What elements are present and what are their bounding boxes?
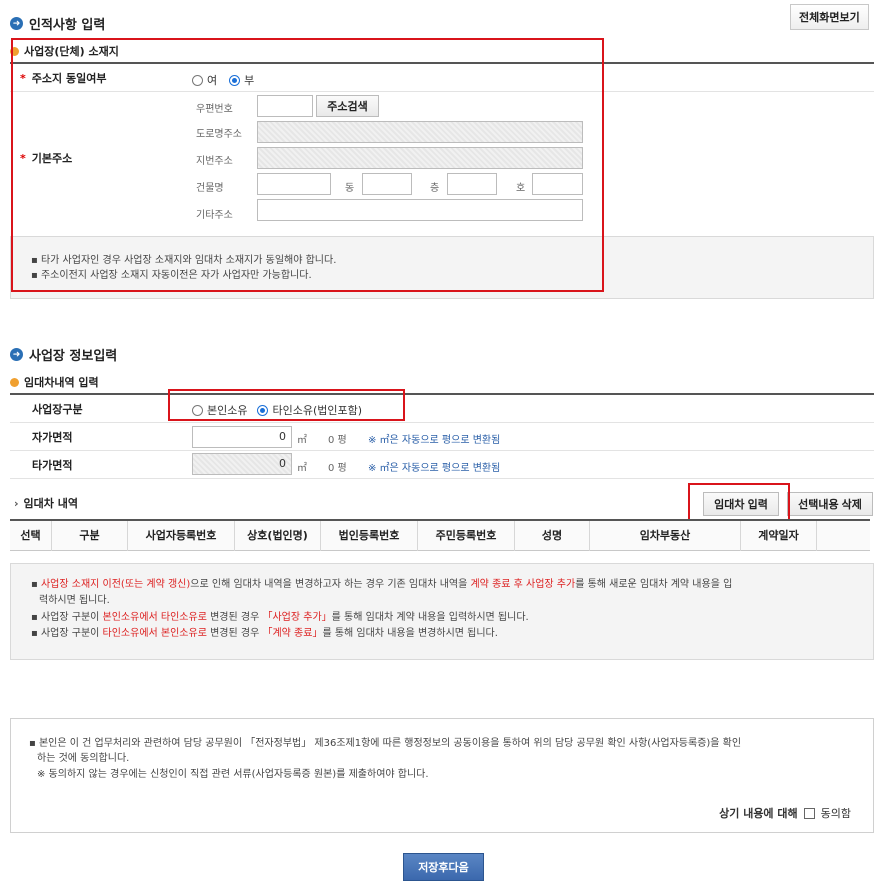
highlight-frame xyxy=(688,483,790,521)
column-header: 사업자등록번호 xyxy=(128,521,235,551)
lease-table-header: 선택 구분 사업자등록번호 상호(법인명) 법인등록번호 주민등록번호 성명 임… xyxy=(10,519,870,551)
consent-text: 하는 것에 동의합니다. xyxy=(37,753,130,764)
type-label: 사업장구분 xyxy=(32,403,83,416)
notice-item: ▪ 사업장 소재지 이전(또는 계약 갱신)으로 인해 임대차 내역을 변경하고… xyxy=(31,579,733,590)
page-title: ➜ 인적사항 입력 xyxy=(10,14,105,33)
column-header: 임차부동산 xyxy=(590,521,741,551)
column-header: 계약일자 xyxy=(741,521,817,551)
agree-row: 상기 내용에 대해 동의함 xyxy=(719,807,851,820)
convert-note: ※ ㎡은 자동으로 평으로 변환됨 xyxy=(368,435,501,446)
column-header: 법인등록번호 xyxy=(321,521,418,551)
convert-note: ※ ㎡은 자동으로 평으로 변환됨 xyxy=(368,463,501,474)
agree-checkbox[interactable] xyxy=(803,807,815,819)
other-area-input[interactable]: 0 xyxy=(192,453,292,475)
notice-item: 력하시면 됩니다. xyxy=(39,595,110,606)
delete-selected-button[interactable]: 선택내용 삭제 xyxy=(787,492,873,516)
own-area-label: 자가면적 xyxy=(32,431,73,444)
lease-subtitle: 임대차내역 입력 xyxy=(10,374,99,390)
highlight-frame xyxy=(168,389,405,421)
consent-box: ▪ 본인은 이 건 업무처리와 관련하여 담당 공무원이 「전자정부법」 제36… xyxy=(10,718,874,833)
pyeong-value: 0 평 xyxy=(328,463,347,474)
fullscreen-button[interactable]: 전체화면보기 xyxy=(790,4,869,30)
highlight-frame xyxy=(11,38,604,292)
consent-text: ▪ 본인은 이 건 업무처리와 관련하여 담당 공무원이 「전자정부법」 제36… xyxy=(29,738,742,749)
other-area-label: 타가면적 xyxy=(32,459,73,472)
consent-text: ※ 동의하지 않는 경우에는 신청인이 직접 관련 서류(사업자등록증 원본)를… xyxy=(37,769,429,780)
column-header: 구분 xyxy=(52,521,128,551)
unit-label: ㎡ xyxy=(297,435,307,446)
unit-label: ㎡ xyxy=(297,463,307,474)
save-next-button[interactable]: 저장후다음 xyxy=(403,853,484,881)
bullet-icon xyxy=(10,377,19,387)
arrow-right-icon: ➜ xyxy=(10,17,23,30)
lease-title: › 임대차 내역 xyxy=(14,496,78,511)
own-area-input[interactable]: 0 xyxy=(192,426,292,448)
column-header: 선택 xyxy=(10,521,52,551)
pyeong-value: 0 평 xyxy=(328,435,347,446)
column-header: 상호(법인명) xyxy=(235,521,321,551)
column-header: 주민등록번호 xyxy=(418,521,515,551)
notice-item: ▪ 사업장 구분이 타인소유에서 본인소유로 변경된 경우 「계약 종료」를 통… xyxy=(31,628,498,639)
business-title: ➜ 사업장 정보입력 xyxy=(10,345,117,364)
lease-notice-box: ▪ 사업장 소재지 이전(또는 계약 갱신)으로 인해 임대차 내역을 변경하고… xyxy=(10,563,874,660)
notice-item: ▪ 사업장 구분이 본인소유에서 타인소유로 변경된 경우 「사업장 추가」를 … xyxy=(31,612,529,623)
chevron-right-icon: › xyxy=(14,496,19,510)
arrow-right-icon: ➜ xyxy=(10,348,23,361)
column-header: 성명 xyxy=(515,521,590,551)
type-row xyxy=(10,395,874,423)
